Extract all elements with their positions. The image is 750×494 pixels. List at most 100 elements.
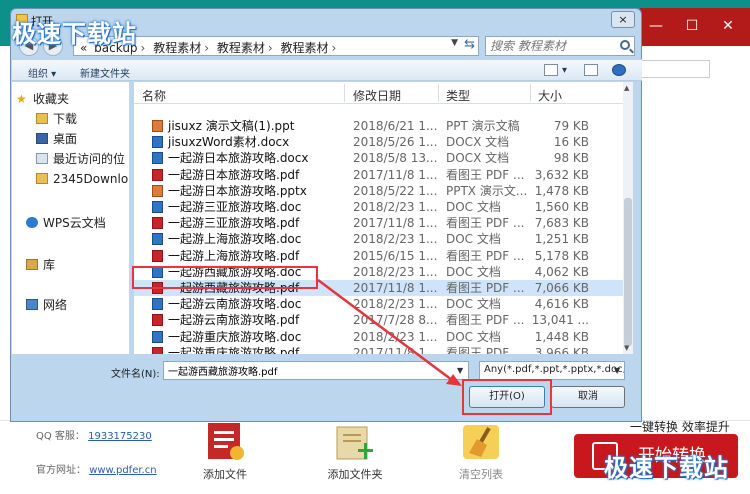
maximize-button[interactable]: ☐	[684, 18, 700, 34]
breadcrumb-item[interactable]: 教程素材	[217, 41, 265, 55]
app-title-bar: — ☐ ✕	[640, 8, 750, 46]
file-row[interactable]: 一起游云南旅游攻略.doc 2018/2/23 1... DOC 文档 4,616 K…	[134, 296, 632, 312]
column-divider[interactable]	[438, 84, 439, 102]
file-date: 2017/11/8 1...	[353, 167, 438, 182]
nav-favorites[interactable]: ★ 收藏夹	[16, 90, 69, 107]
qq-link[interactable]: 1933175230	[88, 431, 152, 442]
pdf-file-icon	[152, 249, 163, 262]
nav-label: 最近访问的位	[53, 152, 126, 166]
doc-file-icon	[152, 298, 163, 311]
column-divider[interactable]	[530, 84, 531, 102]
ppt-file-icon	[152, 184, 163, 197]
filename-input[interactable]	[163, 361, 469, 380]
file-name: 一起游云南旅游攻略.doc	[168, 297, 302, 312]
file-name: jisuxzWord素材.docx	[168, 135, 290, 150]
organize-button[interactable]: 组织 ▾	[28, 65, 56, 80]
nav-recent-places[interactable]: 最近访问的位	[36, 150, 125, 167]
file-row[interactable]: jisuxzWord素材.docx 2018/5/26 1... DOCX 文档 16…	[134, 134, 632, 150]
help-icon[interactable]	[612, 64, 626, 76]
file-size: 4,062 KB	[534, 264, 589, 279]
nav-wps-cloud[interactable]: WPS云文档	[26, 214, 106, 231]
recent-places-icon	[36, 153, 48, 164]
refresh-icon[interactable]: ⇆	[464, 37, 475, 52]
file-size: 4,616 KB	[534, 297, 589, 312]
chevron-down-icon[interactable]: ▾	[562, 65, 567, 76]
breadcrumb-item[interactable]: 教程素材	[281, 41, 329, 55]
column-divider[interactable]	[344, 84, 345, 102]
file-row[interactable]: 一起游重庆旅游攻略.pdf 2017/11/8 1... 看图王 PDF ... 3,…	[134, 345, 632, 354]
file-type: 看图王 PDF ...	[446, 216, 525, 231]
file-name: 一起游三亚旅游攻略.pdf	[168, 216, 300, 231]
dialog-close-button[interactable]: ×	[611, 11, 635, 28]
vertical-scrollbar[interactable]: ▲ ▼	[623, 82, 633, 354]
file-row[interactable]: 一起游日本旅游攻略.pdf 2017/11/8 1... 看图王 PDF ... 3,…	[134, 167, 632, 183]
site-link[interactable]: www.pdfer.cn	[89, 465, 156, 476]
nav-2345downloads[interactable]: 2345Downlo	[36, 172, 128, 186]
nav-network[interactable]: 网络	[26, 296, 67, 313]
qq-label: QQ 客服：	[36, 431, 85, 442]
cloud-icon	[26, 217, 38, 228]
file-row[interactable]: jisuxz 演示文稿(1).ppt 2018/6/21 1... PPT 演示文稿…	[134, 118, 632, 134]
minimize-button[interactable]: —	[648, 18, 664, 34]
site-label: 官方网址：	[36, 465, 86, 476]
file-type: DOCX 文档	[446, 135, 510, 150]
file-row[interactable]: 一起游三亚旅游攻略.doc 2018/2/23 1... DOC 文档 1,560 K…	[134, 199, 632, 215]
chevron-down-icon[interactable]: ▼	[457, 366, 463, 375]
new-folder-button[interactable]: 新建文件夹	[80, 65, 130, 80]
scroll-up-icon[interactable]: ▲	[624, 84, 629, 92]
file-type: DOCX 文档	[446, 151, 510, 166]
search-input[interactable]	[490, 38, 614, 54]
app-slogan: 一键转换 效率提升	[630, 420, 730, 434]
file-row[interactable]: 一起游上海旅游攻略.doc 2018/2/23 1... DOC 文档 1,251 K…	[134, 231, 632, 247]
file-size: 1,251 KB	[534, 232, 589, 247]
official-site: 官方网址： www.pdfer.cn	[36, 461, 157, 476]
file-size: 1,448 KB	[534, 329, 589, 344]
view-options-icon[interactable]	[544, 64, 558, 76]
nav-downloads[interactable]: 下载	[36, 110, 77, 127]
file-row[interactable]: 一起游上海旅游攻略.pdf 2015/6/15 1... 看图王 PDF ... 5,…	[134, 248, 632, 264]
nav-desktop[interactable]: 桌面	[36, 130, 77, 147]
nav-libraries[interactable]: 库	[26, 256, 55, 273]
file-row[interactable]: 一起游云南旅游攻略.pdf 2017/7/28 8... 看图王 PDF ... 13…	[134, 312, 632, 328]
file-type: DOC 文档	[446, 232, 501, 247]
pdf-file-icon	[152, 346, 163, 354]
add-folder-button[interactable]: 添加文件夹	[310, 423, 400, 482]
close-app-button[interactable]: ✕	[720, 18, 736, 34]
file-name: 一起游重庆旅游攻略.pdf	[168, 345, 300, 354]
column-type[interactable]: 类型	[446, 87, 470, 104]
watermark-text: 极速下载站	[604, 454, 729, 482]
folder-icon	[36, 113, 48, 124]
file-type: DOC 文档	[446, 264, 501, 279]
desktop-icon	[36, 133, 48, 144]
add-file-button[interactable]: 添加文件	[180, 423, 270, 482]
breadcrumb-item[interactable]: 教程素材	[153, 41, 201, 55]
search-icon[interactable]	[620, 40, 630, 50]
clear-list-button[interactable]: 清空列表	[436, 423, 526, 482]
column-date[interactable]: 修改日期	[353, 87, 401, 104]
nav-label: 桌面	[53, 132, 78, 146]
file-name: 一起游日本旅游攻略.pdf	[168, 167, 300, 182]
chevron-down-icon[interactable]: ▼	[451, 38, 458, 48]
filetype-select[interactable]: Any(*.pdf,*.ppt,*.pptx,*.doc,*.	[479, 361, 625, 380]
file-name: 一起游上海旅游攻略.doc	[168, 232, 302, 247]
file-size: 13,041 ...	[531, 313, 589, 328]
doc-file-icon	[152, 233, 163, 246]
watermark-text: 极速下载站	[12, 20, 137, 48]
file-size: 98 KB	[553, 151, 589, 166]
cancel-button[interactable]: 取消	[551, 386, 625, 408]
chevron-down-icon[interactable]: ▼	[614, 366, 620, 375]
scroll-down-icon[interactable]: ▼	[624, 344, 629, 352]
scrollbar-thumb[interactable]	[624, 198, 632, 346]
file-row[interactable]: 一起游三亚旅游攻略.pdf 2017/11/8 1... 看图王 PDF ... 7,…	[134, 215, 632, 231]
file-date: 2017/11/8 1...	[353, 281, 438, 295]
column-name[interactable]: 名称	[142, 87, 166, 104]
app-output-field[interactable]	[640, 60, 710, 78]
file-row[interactable]: 一起游日本旅游攻略.pptx 2018/5/22 1... PPTX 演示文... 1…	[134, 183, 632, 199]
file-row[interactable]: 一起游重庆旅游攻略.doc 2018/2/23 1... DOC 文档 1,448 K…	[134, 329, 632, 345]
column-size[interactable]: 大小	[538, 87, 562, 104]
file-date: 2018/2/23 1...	[353, 264, 438, 279]
file-size: 5,178 KB	[534, 248, 589, 263]
preview-pane-icon[interactable]	[584, 64, 598, 76]
file-row[interactable]: 一起游日本旅游攻略.docx 2018/5/8 13... DOCX 文档 98 KB	[134, 150, 632, 166]
file-name: 一起游日本旅游攻略.docx	[168, 151, 309, 166]
